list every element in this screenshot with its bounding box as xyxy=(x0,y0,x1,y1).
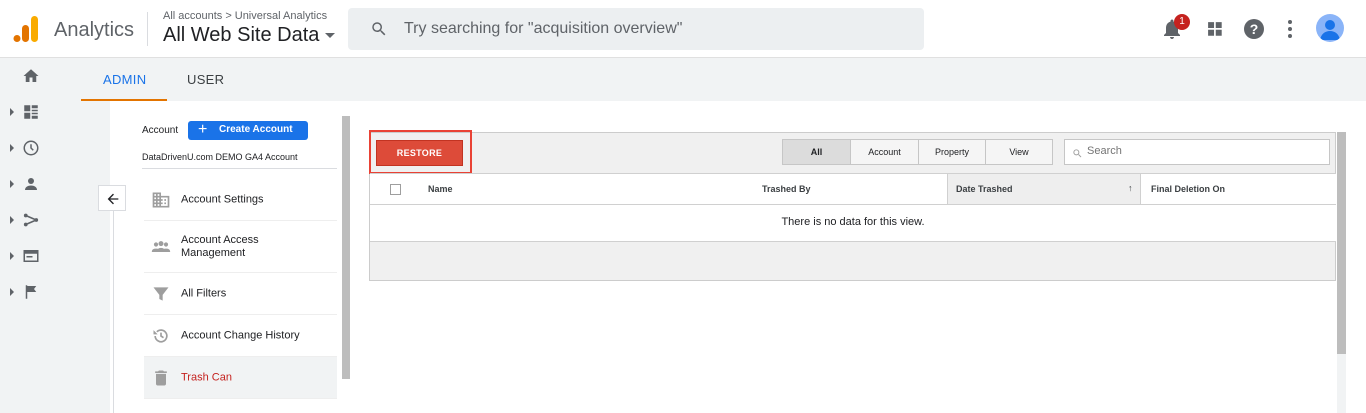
table-header: Name Trashed By Date Trashed ↑ Final Del… xyxy=(370,173,1336,205)
global-search-input[interactable] xyxy=(404,18,904,40)
breadcrumb-parent[interactable]: All accounts xyxy=(163,10,222,22)
nav-conversions[interactable] xyxy=(8,280,48,304)
dropdown-caret-icon xyxy=(325,33,336,39)
app-name[interactable]: Analytics xyxy=(54,19,134,42)
filter-property-button[interactable]: Property xyxy=(918,139,986,165)
restore-button[interactable]: RESTORE xyxy=(376,140,463,166)
global-search[interactable] xyxy=(348,8,924,50)
expand-arrow-icon xyxy=(10,252,14,260)
expand-arrow-icon xyxy=(10,288,14,296)
building-icon xyxy=(152,192,170,207)
filter-icon xyxy=(153,286,169,301)
people-icon xyxy=(151,240,171,252)
notification-badge: 1 xyxy=(1174,14,1190,30)
nav-realtime[interactable] xyxy=(8,136,48,160)
menu-account-change-history[interactable]: Account Change History xyxy=(144,315,337,357)
arrow-back-icon xyxy=(107,193,119,205)
nav-customization[interactable] xyxy=(8,100,48,124)
acquisition-icon xyxy=(23,213,39,227)
menu-scrollbar[interactable] xyxy=(342,116,350,379)
page-scrollbar-thumb[interactable] xyxy=(1337,132,1346,354)
column-header-name[interactable]: Name xyxy=(428,184,453,194)
column-header-final-deletion[interactable]: Final Deletion On xyxy=(1151,184,1225,194)
top-header: Analytics All accounts > Universal Analyti… xyxy=(0,0,1366,58)
back-button[interactable] xyxy=(98,185,126,211)
search-icon xyxy=(1073,149,1082,158)
expand-arrow-icon xyxy=(10,180,14,188)
header-divider xyxy=(147,12,148,46)
history-icon xyxy=(153,328,168,343)
menu-trash-can[interactable]: Trash Can xyxy=(144,357,337,399)
analytics-logo[interactable] xyxy=(13,16,39,42)
menu-label: Account Settings xyxy=(181,193,264,205)
expand-arrow-icon xyxy=(10,108,14,116)
apps-icon[interactable] xyxy=(1203,17,1227,41)
left-nav xyxy=(0,58,81,413)
menu-account-access-management[interactable]: Account Access Management xyxy=(144,221,337,273)
tab-admin[interactable]: ADMIN xyxy=(103,72,146,87)
nav-behavior[interactable] xyxy=(8,244,48,268)
plus-icon: + xyxy=(198,121,208,138)
customization-icon xyxy=(24,105,38,119)
expand-arrow-icon xyxy=(10,216,14,224)
more-vert-icon[interactable] xyxy=(1278,17,1302,41)
menu-label: Trash Can xyxy=(181,371,232,383)
filter-account-button[interactable]: Account xyxy=(850,139,919,165)
admin-tabs: ADMIN USER xyxy=(81,58,1366,101)
account-avatar[interactable] xyxy=(1316,14,1344,42)
nav-audience[interactable] xyxy=(8,172,48,196)
account-selector[interactable]: DataDrivenU.com DEMO GA4 Account xyxy=(142,152,298,162)
filter-all-button[interactable]: All xyxy=(782,139,851,165)
nav-home[interactable] xyxy=(8,64,48,88)
home-icon xyxy=(23,69,39,82)
breadcrumb-child[interactable]: Universal Analytics xyxy=(235,10,327,22)
select-all-checkbox[interactable] xyxy=(390,184,401,195)
column-header-date-trashed[interactable]: Date Trashed xyxy=(956,184,1013,194)
type-filter-group: All Account Property View xyxy=(782,139,1053,165)
behavior-icon xyxy=(23,250,39,262)
table-search[interactable] xyxy=(1064,139,1330,165)
sort-ascending-icon: ↑ xyxy=(1128,183,1133,193)
audience-icon xyxy=(25,178,37,190)
create-account-button[interactable]: + Create Account xyxy=(188,121,308,140)
breadcrumb[interactable]: All accounts > Universal Analytics xyxy=(163,10,327,22)
menu-label: All Filters xyxy=(181,287,227,299)
filter-view-button[interactable]: View xyxy=(985,139,1053,165)
account-label: Account xyxy=(142,125,179,136)
avatar-icon xyxy=(1320,20,1340,40)
breadcrumb-separator: > xyxy=(225,10,232,22)
search-icon xyxy=(372,22,386,36)
menu-label: Account Access Management xyxy=(181,233,259,259)
trash-icon xyxy=(155,370,167,385)
property-name: All Web Site Data xyxy=(163,24,320,46)
realtime-icon xyxy=(23,140,39,156)
conversions-icon xyxy=(25,285,37,299)
tab-user[interactable]: USER xyxy=(187,72,224,87)
table-search-input[interactable] xyxy=(1087,145,1317,157)
expand-arrow-icon xyxy=(10,144,14,152)
create-account-label: Create Account xyxy=(219,124,293,135)
account-divider xyxy=(142,168,337,169)
column-header-trashed-by[interactable]: Trashed By xyxy=(762,184,811,194)
column-divider xyxy=(113,211,114,413)
page-scrollbar-track[interactable] xyxy=(1337,354,1346,413)
svg-text:?: ? xyxy=(1250,21,1259,37)
help-icon[interactable]: ? xyxy=(1242,17,1266,41)
menu-label: Account Change History xyxy=(181,329,300,341)
property-selector[interactable]: All Web Site Data xyxy=(163,24,336,47)
menu-all-filters[interactable]: All Filters xyxy=(144,273,337,315)
menu-account-settings[interactable]: Account Settings xyxy=(144,179,337,221)
empty-message: There is no data for this view. xyxy=(370,205,1336,242)
nav-acquisition[interactable] xyxy=(8,208,48,232)
